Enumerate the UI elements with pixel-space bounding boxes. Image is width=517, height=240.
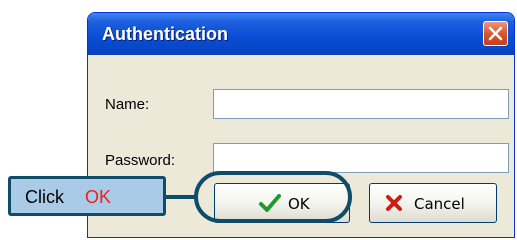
cancel-button-label: Cancel <box>414 195 465 213</box>
close-icon <box>488 26 503 41</box>
name-field[interactable] <box>213 89 509 119</box>
password-label: Password: <box>105 152 176 169</box>
callout-connector <box>166 195 196 199</box>
name-label: Name: <box>105 96 150 113</box>
dialog-title: Authentication <box>102 24 228 44</box>
close-button[interactable] <box>483 21 508 46</box>
x-icon <box>386 195 402 211</box>
callout-prefix: Click <box>25 187 64 207</box>
password-field[interactable] <box>213 143 509 173</box>
callout-highlight: OK <box>85 187 112 207</box>
ok-highlight-ring <box>194 171 352 223</box>
title-bar: Authentication <box>88 13 514 55</box>
instruction-callout: Click OK <box>8 176 166 216</box>
cancel-button[interactable]: Cancel <box>369 183 497 223</box>
